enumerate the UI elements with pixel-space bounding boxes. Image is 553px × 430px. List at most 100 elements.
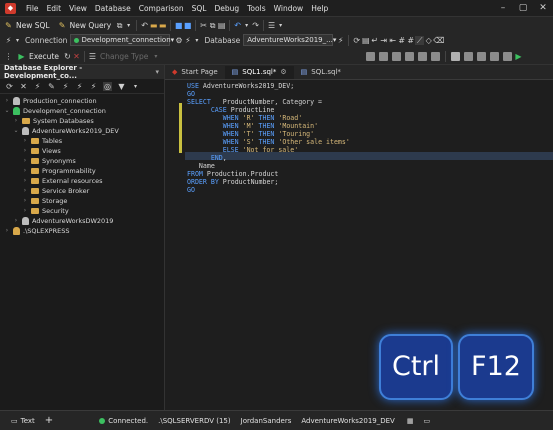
indent-icon[interactable]: ⇥ xyxy=(379,36,388,45)
undo-icon[interactable]: ↶ xyxy=(233,21,242,30)
settings-icon[interactable]: ⚙ xyxy=(174,36,183,45)
add-tab-icon[interactable]: + xyxy=(40,415,58,426)
stack-icon[interactable]: ▤ xyxy=(361,36,370,45)
refresh-icon[interactable]: ⟳ xyxy=(5,82,14,91)
plug-icon[interactable]: ⚡ xyxy=(336,36,345,45)
copy-doc-icon[interactable]: ⧉ xyxy=(208,21,217,30)
tab-start-page[interactable]: ◆ Start Page xyxy=(165,66,225,79)
tab-sql1[interactable]: ▤ SQL1.sql* ⚙ xyxy=(224,66,294,79)
plug-icon[interactable]: ⚡ xyxy=(61,82,70,91)
toolbar-text-icon[interactable] xyxy=(464,51,473,61)
plug-icon[interactable]: ⚡ xyxy=(183,36,192,45)
tree-node-security[interactable]: › Security xyxy=(22,206,69,216)
uncomment-icon[interactable]: # xyxy=(406,36,415,45)
menu-sql[interactable]: SQL xyxy=(188,4,211,13)
toolbar-step-icon[interactable] xyxy=(490,51,499,61)
chevron-down-icon[interactable]: ▾ xyxy=(151,52,160,61)
new-query-button[interactable]: ✎ New Query xyxy=(54,21,116,30)
menu-database[interactable]: Database xyxy=(91,4,135,13)
minimize-icon[interactable]: – xyxy=(493,0,513,16)
toolbar-sheet-icon[interactable] xyxy=(418,51,427,61)
save-icon[interactable]: ■ xyxy=(174,21,183,30)
menu-window[interactable]: Window xyxy=(270,4,308,13)
chevron-down-icon[interactable]: ▾ xyxy=(124,21,133,30)
wrap-icon[interactable]: ↵ xyxy=(370,36,379,45)
undo-history-icon[interactable]: ↶ xyxy=(140,21,149,30)
toolbar-sheet-icon[interactable] xyxy=(405,51,414,61)
format-icon[interactable]: ☰ xyxy=(267,21,276,30)
copy-icon[interactable]: ⧉ xyxy=(115,21,124,30)
plug-icon[interactable]: ⚡ xyxy=(89,82,98,91)
menu-comparison[interactable]: Comparison xyxy=(135,4,188,13)
toolbar-debug-icon[interactable] xyxy=(477,51,486,61)
comment-icon[interactable]: # xyxy=(397,36,406,45)
cut-icon[interactable]: ✂ xyxy=(199,21,208,30)
paste-icon[interactable]: ▤ xyxy=(217,21,226,30)
edit-icon[interactable]: ✎ xyxy=(47,82,56,91)
toolbar-grid-icon[interactable] xyxy=(366,51,375,61)
chevron-down-icon[interactable]: ▾ xyxy=(192,36,201,45)
text-mode-button[interactable]: ▭ Text xyxy=(6,417,40,425)
save-all-icon[interactable]: ■ xyxy=(183,21,192,30)
play-icon[interactable]: ▶ xyxy=(514,52,523,61)
menu-tools[interactable]: Tools xyxy=(243,4,269,13)
folder-icon xyxy=(31,178,39,184)
open-recent-icon[interactable]: ▬ xyxy=(158,21,167,30)
menu-help[interactable]: Help xyxy=(307,4,332,13)
tree-node-storage[interactable]: › Storage xyxy=(22,196,68,206)
clear-icon[interactable]: ⌫ xyxy=(433,36,444,45)
tree-node-external-resources[interactable]: › External resources xyxy=(22,176,103,186)
filter-icon[interactable]: ▼ xyxy=(117,82,126,91)
menu-debug[interactable]: Debug xyxy=(210,4,243,13)
tree-node-service-broker[interactable]: › Service Broker xyxy=(22,186,89,196)
chevron-down-icon[interactable]: ▾ xyxy=(131,82,140,91)
panel-view-icon[interactable]: ▭ xyxy=(418,417,435,425)
target-icon[interactable]: ◎ xyxy=(103,81,112,91)
toolbar-grid-icon[interactable] xyxy=(451,51,460,61)
tree-node-system-databases[interactable]: › System Databases xyxy=(13,116,94,126)
tree-node-sqlexpress[interactable]: › .\SQLEXPRESS xyxy=(4,226,69,236)
toolbar-grid-icon[interactable] xyxy=(379,51,388,61)
toolbar-cross-icon[interactable] xyxy=(392,51,401,61)
refresh-icon[interactable]: ⟳ xyxy=(352,36,361,45)
disconnect-icon[interactable]: ✕ xyxy=(19,82,28,91)
chevron-down-icon[interactable]: ▾ xyxy=(13,36,22,45)
database-select[interactable]: AdventureWorks2019_... ▾ xyxy=(243,34,336,46)
redo-icon[interactable]: ↷ xyxy=(251,21,260,30)
menu-file[interactable]: File xyxy=(22,4,43,13)
tree-node-production-connection[interactable]: › Production_connection xyxy=(4,96,97,106)
tree-node-adventureworksdw[interactable]: › AdventureWorksDW2019 xyxy=(13,216,113,226)
connection-select[interactable]: Development_connection ▾ xyxy=(70,34,174,46)
execute-button[interactable]: ▶ Execute xyxy=(13,52,63,61)
chevron-down-icon[interactable]: ▾ xyxy=(276,21,285,30)
tree-node-development-connection[interactable]: ⌄ Development_connection xyxy=(4,106,106,116)
outdent-icon[interactable]: ⇤ xyxy=(388,36,397,45)
plug-icon[interactable]: ⚡ xyxy=(4,36,13,45)
toolbar-sheet-icon[interactable] xyxy=(431,51,440,61)
tab-sql[interactable]: ▤ SQL.sql* xyxy=(294,66,348,79)
tree-node-synonyms[interactable]: › Synonyms xyxy=(22,156,76,166)
chevron-down-icon[interactable]: ▾ xyxy=(155,68,159,76)
connect-icon[interactable]: ⚡ xyxy=(33,82,42,91)
tag-icon[interactable]: ◇ xyxy=(424,36,433,45)
menu-edit[interactable]: Edit xyxy=(43,4,66,13)
close-icon[interactable]: ✕ xyxy=(533,0,553,16)
plug-icon[interactable]: ⚡ xyxy=(75,82,84,91)
stop-icon[interactable]: ✕ xyxy=(72,52,81,61)
tree-node-tables[interactable]: › Tables xyxy=(22,136,62,146)
step-icon[interactable]: ↻ xyxy=(63,52,72,61)
tree-node-adventureworks-dev[interactable]: ⌄ AdventureWorks2019_DEV xyxy=(13,126,119,136)
tree-node-views[interactable]: › Views xyxy=(22,146,61,156)
tree-node-programmability[interactable]: › Programmability xyxy=(22,166,96,176)
chart-icon[interactable]: ⟋ xyxy=(415,35,425,45)
menu-view[interactable]: View xyxy=(65,4,91,13)
maximize-icon[interactable]: ▢ xyxy=(513,0,533,16)
grid-view-icon[interactable]: ▦ xyxy=(402,417,419,425)
gear-icon[interactable]: ⚙ xyxy=(280,66,286,79)
chevron-down-icon[interactable]: ▾ xyxy=(242,21,251,30)
toolbar-step-icon[interactable] xyxy=(503,51,512,61)
change-type-button[interactable]: Change Type xyxy=(100,52,148,61)
new-sql-button[interactable]: ✎ New SQL xyxy=(0,21,54,30)
open-folder-icon[interactable]: ▬ xyxy=(149,21,158,30)
list-icon[interactable]: ☰ xyxy=(88,52,97,61)
